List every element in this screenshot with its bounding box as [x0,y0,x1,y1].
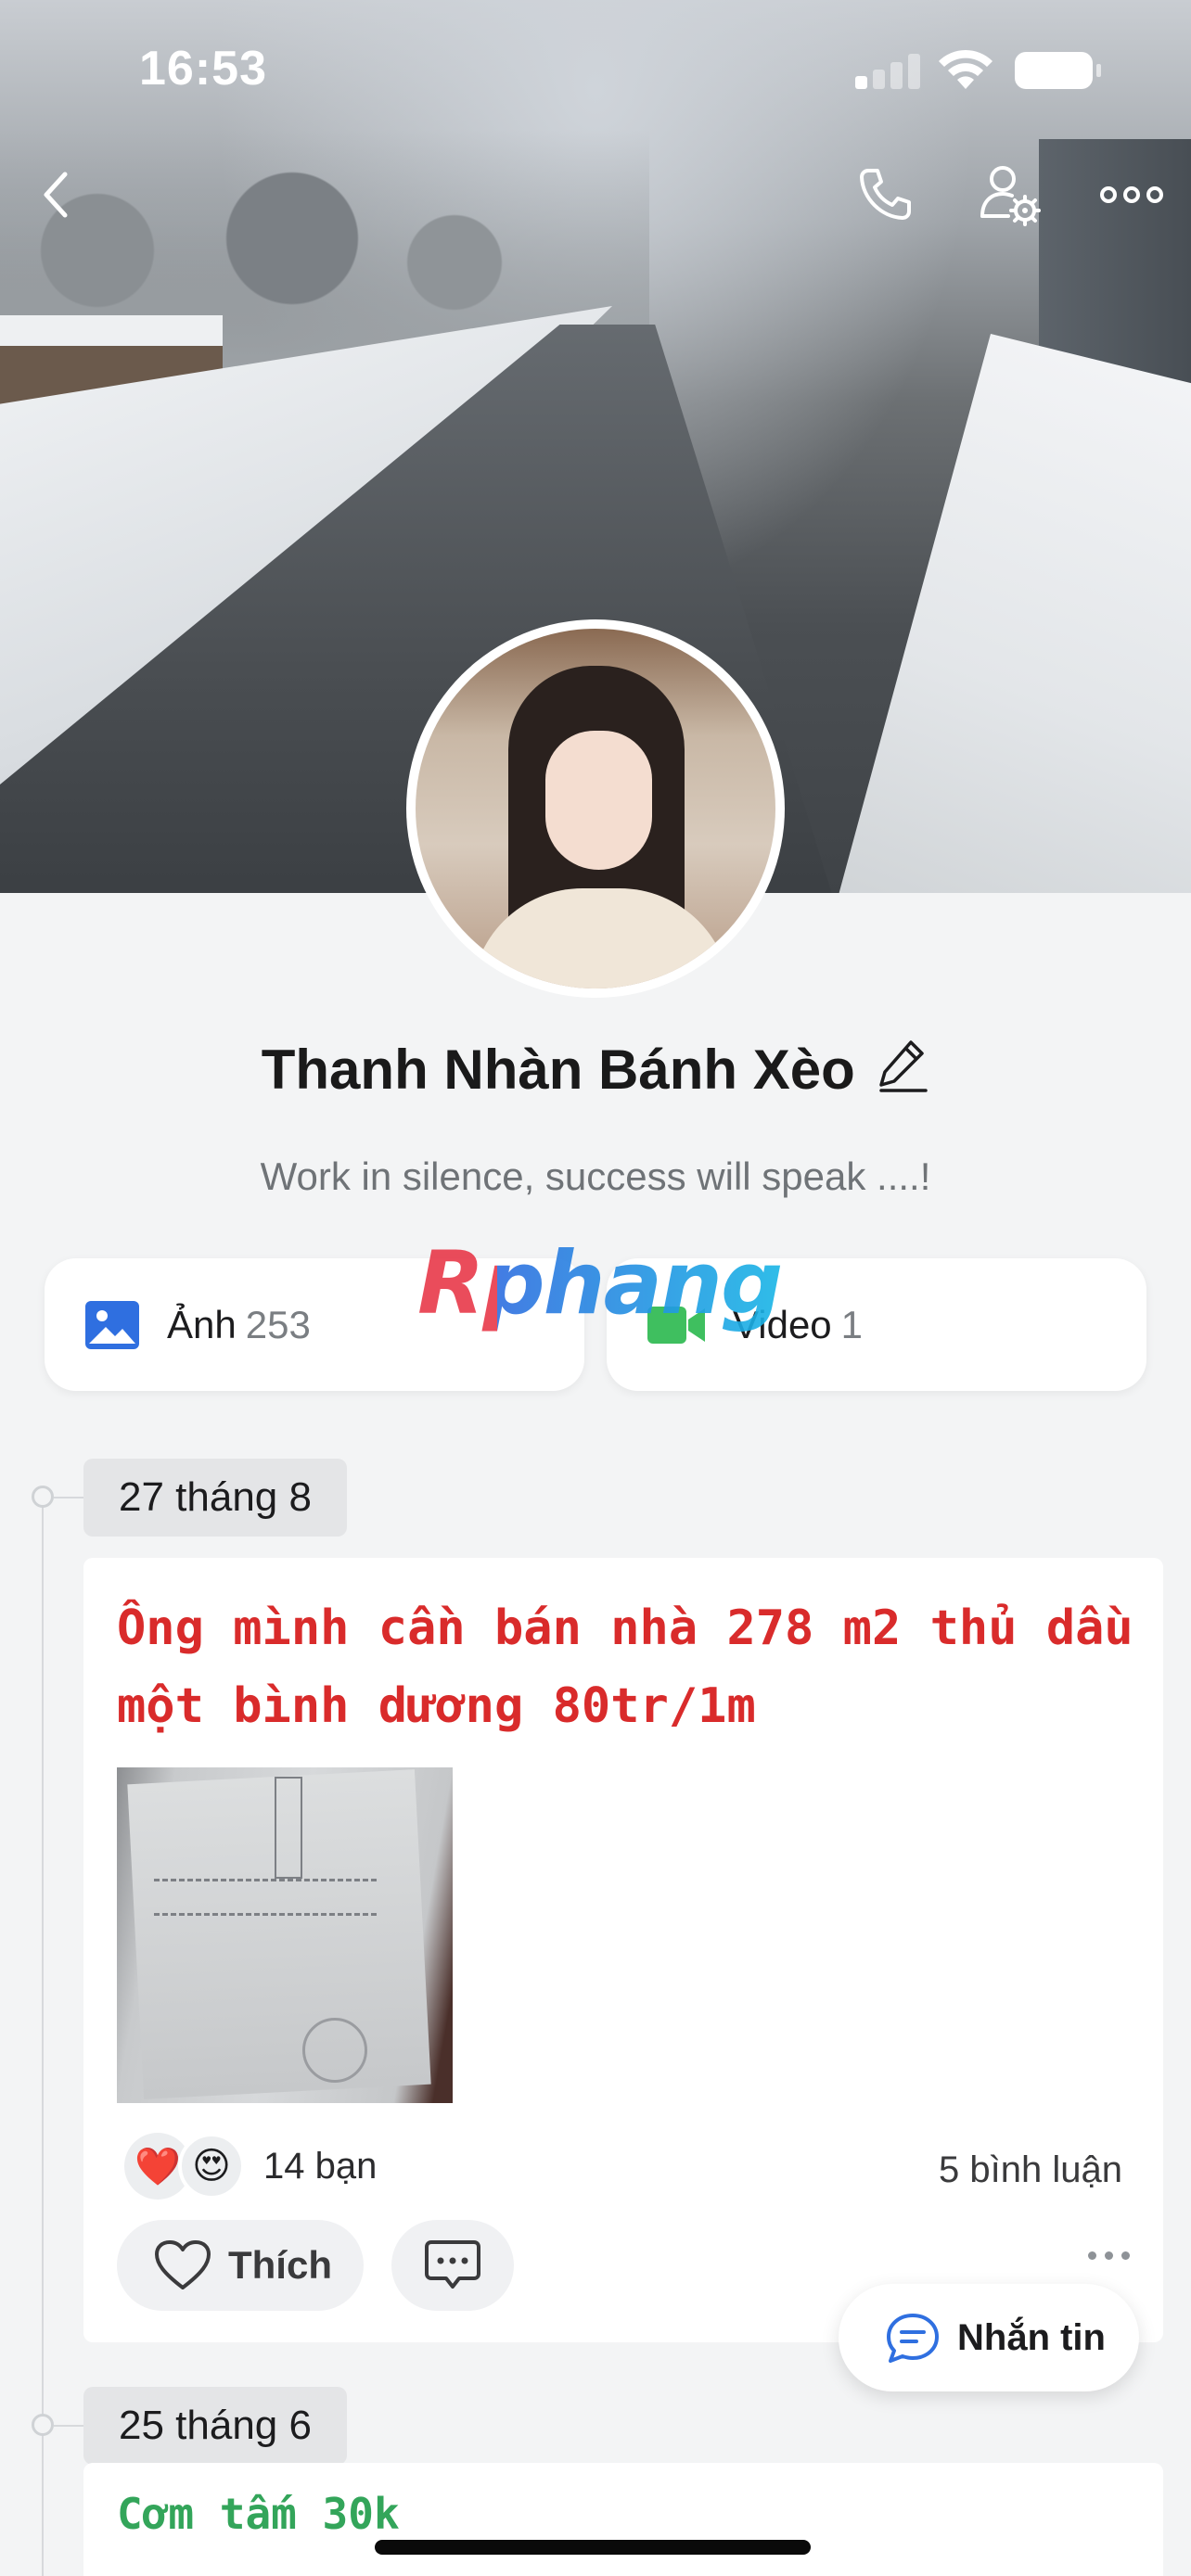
timeline-date: 27 tháng 8 [83,1459,347,1537]
chevron-left-icon [44,172,68,218]
send-message-label: Nhắn tin [957,2316,1106,2358]
reaction-count: 14 bạn [263,2145,378,2187]
send-message-button[interactable]: Nhắn tin [839,2284,1139,2391]
like-label: Thích [228,2243,332,2287]
post-photo[interactable] [117,1767,453,2103]
timeline-post[interactable]: Cơm tấm 30k [83,2463,1163,2576]
timeline-date: 25 tháng 6 [83,2387,347,2465]
like-button[interactable]: Thích [117,2220,364,2311]
comment-count-link[interactable]: 5 bình luận [939,2149,1122,2191]
photos-label: Ảnh [167,1302,237,1346]
reaction-summary[interactable]: ❤️ 😍 14 bạn [124,2133,377,2200]
home-indicator[interactable] [375,2540,811,2555]
more-options-button[interactable] [1093,158,1171,232]
phone-icon [860,169,911,220]
battery-icon [1015,52,1101,89]
edit-name-button[interactable] [877,1037,929,1097]
back-button[interactable] [19,158,93,232]
post-more-button[interactable] [1088,2251,1130,2260]
timeline-connector [54,2425,83,2427]
watermark-logo: Rphang [417,1233,783,1334]
status-bar: 16:53 [0,0,1191,139]
pencil-icon [879,1040,928,1092]
post-text: Cơm tấm 30k [117,2489,400,2539]
profile-bio: Work in silence, success will speak ....… [260,1154,931,1198]
timeline-post[interactable]: Ông mình cần bán nhà 278 m2 thủ dầu một … [83,1558,1163,2342]
cover-snow-right [835,334,1191,893]
comment-button[interactable] [391,2220,514,2311]
timeline-connector [54,1497,83,1498]
wifi-icon [939,49,992,89]
comment-bubble-icon [425,2240,480,2289]
photos-count: 253 [245,1302,311,1346]
user-settings-icon [980,166,1041,226]
timeline-dot [32,1486,54,1508]
videos-count: 1 [840,1302,864,1346]
image-icon [85,1300,139,1349]
profile-settings-button[interactable] [972,158,1046,232]
call-button[interactable] [848,158,922,232]
profile-name: Thanh Nhàn Bánh Xèo [261,1039,855,1101]
post-text: Ông mình cần bán nhà 278 m2 thủ dầu một … [117,1600,1133,1734]
heart-icon [155,2240,211,2289]
status-time: 16:53 [139,42,267,96]
profile-name-row: Thanh Nhàn Bánh Xèo [0,1037,1191,1102]
profile-avatar[interactable] [406,619,785,998]
cellular-signal-icon [855,52,920,89]
message-bubble-icon [887,2314,939,2363]
heart-eyes-reaction-icon: 😍 [178,2133,245,2200]
timeline-dot [32,2414,54,2436]
avatar-photo [416,629,775,988]
more-horizontal-icon [1100,186,1163,203]
